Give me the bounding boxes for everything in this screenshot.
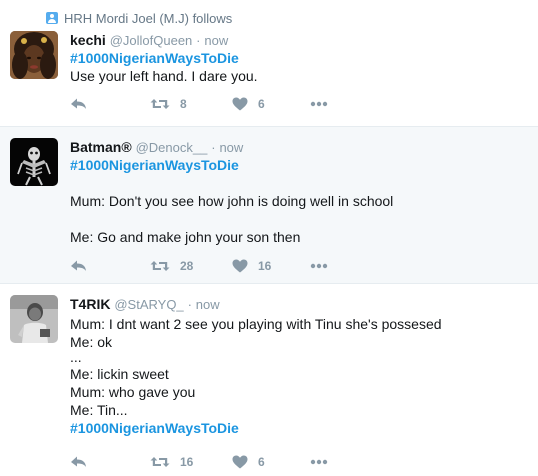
reply-button[interactable] <box>70 96 87 112</box>
tweet-line: Me: lickin sweet <box>70 366 169 382</box>
more-icon <box>310 263 328 269</box>
retweet-icon <box>150 99 170 109</box>
user-handle[interactable]: @JollofQueen <box>110 33 193 48</box>
avatar[interactable] <box>10 295 58 343</box>
tweet-header: kechi @JollofQueen · now <box>70 31 228 49</box>
reply-icon <box>71 260 86 271</box>
tweet[interactable]: T4RIK @StARYQ_ · now Mum: I dnt want 2 s… <box>0 284 538 476</box>
heart-icon <box>232 455 248 469</box>
tweet-line <box>70 210 393 228</box>
avatar[interactable] <box>10 31 58 79</box>
hashtag-link[interactable]: #1000NigerianWaysToDie <box>70 156 393 174</box>
hashtag-link[interactable]: #1000NigerianWaysToDie <box>70 49 258 67</box>
like-button[interactable]: 6 <box>232 96 265 112</box>
more-button[interactable] <box>310 258 328 274</box>
more-button[interactable] <box>310 96 328 112</box>
tweet-time[interactable]: now <box>204 33 228 48</box>
tweet-line: Mum: who gave you <box>70 384 196 400</box>
time-separator: · <box>187 297 192 312</box>
user-fullname[interactable]: T4RIK <box>70 296 110 312</box>
reply-icon <box>71 98 86 109</box>
tweet-line: Mum: I dnt want 2 see you playing with T… <box>70 316 442 332</box>
tweet-time[interactable]: now <box>219 140 243 155</box>
follow-context-label: HRH Mordi Joel (M.J) follows <box>64 11 233 26</box>
tweet-text: #1000NigerianWaysToDie Mum: Don't you se… <box>70 156 393 246</box>
time-separator: · <box>196 33 201 48</box>
like-count: 16 <box>258 259 272 273</box>
reply-button[interactable] <box>70 454 87 470</box>
tweet-text: #1000NigerianWaysToDie Use your left han… <box>70 49 258 85</box>
user-handle[interactable]: @StARYQ_ <box>114 297 183 312</box>
like-button[interactable]: 16 <box>232 258 271 274</box>
retweet-count: 8 <box>180 97 187 111</box>
retweet-button[interactable]: 16 <box>150 454 193 470</box>
hashtag-link[interactable]: #1000NigerianWaysToDie <box>70 419 442 437</box>
retweet-icon <box>150 261 170 271</box>
tweet-time[interactable]: now <box>196 297 220 312</box>
user-fullname[interactable]: Batman® <box>70 139 132 155</box>
user-fullname[interactable]: kechi <box>70 32 106 48</box>
tweet-line: Me: Tin... <box>70 402 128 418</box>
like-count: 6 <box>258 97 265 111</box>
tweet-line: ... <box>70 349 82 365</box>
user-handle[interactable]: @Denock__ <box>136 140 208 155</box>
follow-context: HRH Mordi Joel (M.J) follows <box>46 11 232 27</box>
time-separator: · <box>211 140 216 155</box>
tweet-line: Use your left hand. I dare you. <box>70 68 258 84</box>
like-count: 6 <box>258 455 265 469</box>
more-icon <box>310 101 328 107</box>
tweet-line <box>70 174 393 192</box>
more-button[interactable] <box>310 454 328 470</box>
tweet-line: Mum: Don't you see how john is doing wel… <box>70 193 394 209</box>
tweet[interactable]: Batman® @Denock__ · now #1000NigerianWay… <box>0 127 538 284</box>
person-follow-icon <box>46 12 58 24</box>
tweet-header: T4RIK @StARYQ_ · now <box>70 295 220 313</box>
avatar[interactable] <box>10 138 58 186</box>
tweet-line: Me: Go and make john your son then <box>70 229 301 245</box>
tweet-text: Mum: I dnt want 2 see you playing with T… <box>70 315 442 437</box>
tweet-line: Me: ok <box>70 334 113 350</box>
tweet-header: Batman® @Denock__ · now <box>70 138 243 156</box>
reply-button[interactable] <box>70 258 87 274</box>
more-icon <box>310 459 328 465</box>
reply-icon <box>71 456 86 467</box>
retweet-icon <box>150 457 170 467</box>
retweet-button[interactable]: 8 <box>150 96 187 112</box>
like-button[interactable]: 6 <box>232 454 265 470</box>
retweet-count: 28 <box>180 259 194 273</box>
heart-icon <box>232 259 248 273</box>
tweet[interactable]: HRH Mordi Joel (M.J) follows kechi @Joll… <box>0 0 538 127</box>
heart-icon <box>232 97 248 111</box>
retweet-count: 16 <box>180 455 194 469</box>
retweet-button[interactable]: 28 <box>150 258 193 274</box>
